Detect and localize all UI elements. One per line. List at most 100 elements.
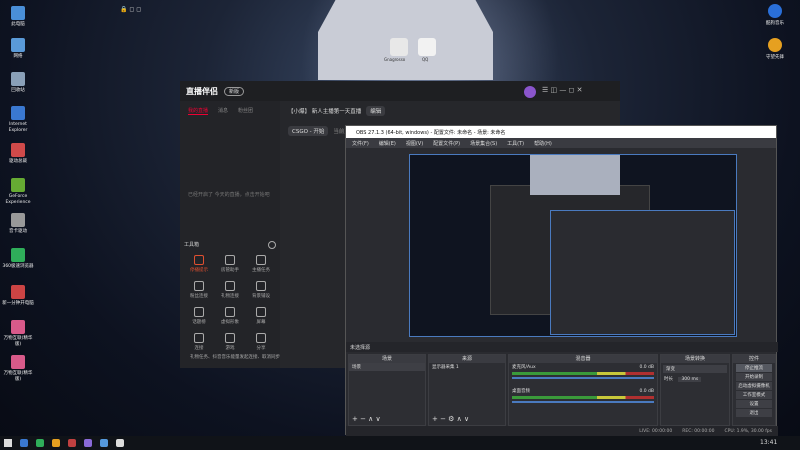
taskbar-app-icon[interactable] <box>36 439 44 447</box>
menu-item[interactable]: 帮助(H) <box>534 140 552 147</box>
taskbar-app-icon[interactable] <box>68 439 76 447</box>
zhibo-left-panel: 我的直播 消息 粉丝团 已经开启了 今天的直播，点击开始吧 工具箱 停播提示 房管… <box>180 101 280 368</box>
tool-label: 主播任务 <box>252 268 270 273</box>
tab-live[interactable]: 我的直播 <box>188 107 209 115</box>
taskbar-app-icon[interactable] <box>116 439 124 447</box>
tool-item[interactable]: 游戏 <box>217 333 243 351</box>
sources-dock: 来源 显示器采集 1 + − ⚙ ∧ ∨ <box>428 354 506 426</box>
menu-item[interactable]: 视图(V) <box>406 140 423 147</box>
duration-input[interactable]: 300 ms <box>678 377 702 382</box>
clock: 13:41 <box>760 439 778 446</box>
control-button[interactable]: 退出 <box>736 409 772 417</box>
tool-icon <box>256 255 266 265</box>
wallpaper-tile <box>390 38 408 56</box>
menu-item[interactable]: 编辑(E) <box>379 140 396 147</box>
sources-header: 来源 <box>429 355 505 363</box>
desktop-icon[interactable]: 酷狗音乐 <box>760 4 790 26</box>
empty-hint: 已经开启了 今天的直播，点击开始吧 <box>188 192 270 198</box>
tool-label: 停播提示 <box>190 268 208 273</box>
taskbar-app-icon[interactable] <box>52 439 60 447</box>
toolbox-settings-icon[interactable] <box>268 241 276 249</box>
taskbar-app-icon[interactable] <box>20 439 28 447</box>
tool-icon <box>225 281 235 291</box>
tool-item[interactable]: 连接 <box>186 333 212 351</box>
tool-icon <box>194 281 204 291</box>
desktop-icon[interactable]: Internet Explorer <box>2 106 34 134</box>
desktop-icon-label: 回收站 <box>11 88 25 93</box>
control-button[interactable]: 设置 <box>736 400 772 408</box>
desktop-icon[interactable]: 网络 <box>2 38 34 60</box>
scenes-toolbar[interactable]: + − ∧ ∨ <box>352 415 381 423</box>
tool-item[interactable]: 粉丝连接 <box>186 281 212 299</box>
tool-icon <box>194 307 204 317</box>
mixer-meter <box>512 396 654 399</box>
toolbox-title: 工具箱 <box>184 242 200 248</box>
status-item: CPU: 1.9%, 30.00 fps <box>724 428 773 434</box>
sources-toolbar[interactable]: + − ⚙ ∧ ∨ <box>432 415 469 423</box>
tool-label: 话题榜 <box>192 320 206 325</box>
menu-item[interactable]: 配置文件(P) <box>433 140 460 147</box>
control-button[interactable]: 启动虚拟摄像机 <box>736 382 772 390</box>
obs-title: OBS 27.1.3 (64-bit, windows) - 配置文件: 未命名… <box>346 126 776 138</box>
zhibo-avatar[interactable] <box>524 86 536 98</box>
taskbar-app-icon[interactable] <box>84 439 92 447</box>
desktop-icon[interactable]: 此电脑 <box>2 6 34 28</box>
tool-item[interactable]: 礼物连接 <box>217 281 243 299</box>
control-button[interactable]: 工作室模式 <box>736 391 772 399</box>
source-item[interactable]: 显示器采集 1 <box>429 363 505 371</box>
obs-statusbar: LIVE: 00:00:00 REC: 00:00:00 CPU: 1.9%, 30… <box>346 426 778 436</box>
desktop-icon[interactable]: 音卡驱动 <box>2 213 34 235</box>
obs-preview[interactable] <box>409 154 737 337</box>
desktop-icon[interactable]: 新一分钟开电脑 <box>2 285 34 307</box>
app-icon <box>11 178 25 192</box>
desktop-icon-label: 网络 <box>13 54 23 59</box>
desktop-icon[interactable]: 回收站 <box>2 72 34 94</box>
desktop-icon-label: Internet Explorer <box>8 122 28 133</box>
mixer-volume-slider[interactable] <box>512 401 654 403</box>
desktop-icon[interactable]: 360极速浏览器 <box>2 248 34 270</box>
mixer-volume-slider[interactable] <box>512 377 654 379</box>
menu-item[interactable]: 工具(T) <box>507 140 524 147</box>
scene-item[interactable]: 场景 <box>349 363 425 371</box>
version-tag[interactable]: 新版 <box>224 86 245 96</box>
tool-item[interactable]: 话题榜 <box>186 307 212 325</box>
control-button[interactable]: 停止推流 <box>736 364 772 372</box>
room-edit-button[interactable]: 编辑 <box>366 106 386 116</box>
tool-item[interactable]: 停播提示 <box>186 255 212 273</box>
tool-item[interactable]: 屏幕 <box>248 307 274 325</box>
menu-item[interactable]: 场景集合(S) <box>470 140 497 147</box>
menu-item[interactable]: 文件(F) <box>352 140 369 147</box>
control-button[interactable]: 开始录制 <box>736 373 772 381</box>
app-icon <box>11 106 25 120</box>
transition-select[interactable]: 渐变 <box>663 365 727 373</box>
tool-item[interactable]: 主播任务 <box>248 255 274 273</box>
preview-nested-obs <box>550 210 735 335</box>
desktop-icon[interactable]: 万物互联(精华版) <box>2 320 34 348</box>
tab-fans[interactable]: 粉丝团 <box>238 107 253 115</box>
tool-item[interactable]: 虚拟形象 <box>217 307 243 325</box>
zhibo-logo: 直播伴侣 <box>186 86 218 96</box>
desktop-icon-label: 酷狗音乐 <box>766 21 784 26</box>
tool-item[interactable]: 分享 <box>248 333 274 351</box>
status-item: LIVE: 00:00:00 <box>639 428 673 434</box>
desktop-icon[interactable]: 驱动总裁 <box>2 143 34 165</box>
tab-messages[interactable]: 消息 <box>218 107 228 115</box>
window-controls[interactable]: ☰ ◫ — ◻ ✕ <box>542 86 582 94</box>
taskbar-app-icon[interactable] <box>100 439 108 447</box>
desktop-icon[interactable]: 万物互联(精华版) <box>2 355 34 383</box>
tool-label: 背景铺设 <box>252 294 270 299</box>
desktop-icon-label: 万物互联(精华版) <box>3 371 33 382</box>
room-title: 【小爆】 新人主播第一天直播 <box>288 109 362 115</box>
tool-item[interactable]: 背景铺设 <box>248 281 274 299</box>
desktop-icon-label: 守望先锋 <box>766 55 784 60</box>
desktop-icon-label: 360极速浏览器 <box>2 264 34 269</box>
game-select[interactable]: CSGO - 开始 <box>288 126 329 136</box>
desktop-icon[interactable]: 守望先锋 <box>760 38 790 60</box>
wallpaper-tile <box>418 38 436 56</box>
wallpaper-tile-label: Gnagrosso <box>384 57 406 62</box>
start-icon[interactable] <box>4 439 12 447</box>
desktop-icon[interactable]: GeForce Experience <box>2 178 34 206</box>
obs-menubar: 文件(F) 编辑(E) 视图(V) 配置文件(P) 场景集合(S) 工具(T) 帮助(H) <box>346 138 776 148</box>
tool-item[interactable]: 房管助手 <box>217 255 243 273</box>
app-icon <box>11 213 25 227</box>
